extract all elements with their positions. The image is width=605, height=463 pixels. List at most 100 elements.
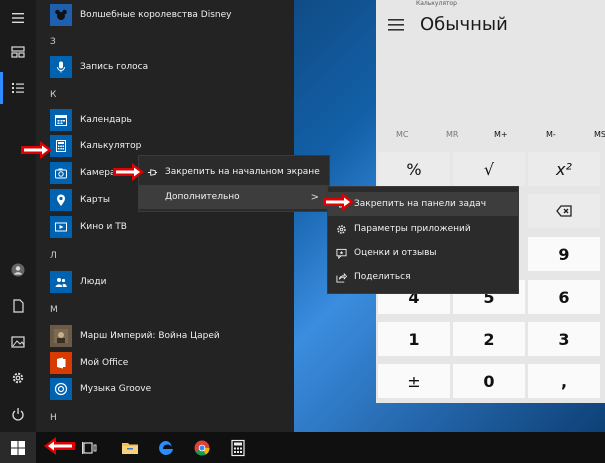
app-march-of-empires[interactable]: Марш Империй: Война Царей xyxy=(50,324,290,348)
app-groove-music[interactable]: Музыка Groove xyxy=(50,377,290,401)
memory-store-button[interactable]: MS xyxy=(594,130,605,139)
memory-clear-button[interactable]: MC xyxy=(396,130,409,139)
chrome-button[interactable] xyxy=(184,432,220,463)
arrow-annotation-icon xyxy=(21,141,52,159)
hamburger-icon xyxy=(12,13,24,23)
calculator-header: Калькулятор Обычный xyxy=(376,0,605,120)
picture-icon xyxy=(11,336,25,348)
menu-item-label: Дополнительно xyxy=(165,192,240,202)
taskbar xyxy=(0,432,605,463)
tiles-icon xyxy=(11,46,25,58)
more-menu-item[interactable]: Дополнительно > xyxy=(139,185,329,209)
user-icon xyxy=(11,263,25,277)
digit-6-key[interactable]: 6 xyxy=(528,280,600,314)
memory-recall-button[interactable]: MR xyxy=(446,130,458,139)
app-label: Музыка Groove xyxy=(80,384,152,394)
sqrt-key[interactable]: √ xyxy=(453,152,525,186)
app-voice-recorder[interactable]: Запись голоса xyxy=(50,55,290,79)
calculator-mode-title: Обычный xyxy=(420,14,508,35)
groove-icon xyxy=(50,378,72,400)
percent-key[interactable]: % xyxy=(378,152,450,186)
gear-icon xyxy=(12,372,24,384)
app-people[interactable]: Люди xyxy=(50,270,290,294)
settings-button[interactable] xyxy=(0,360,36,396)
film-icon xyxy=(50,216,72,238)
gear-icon xyxy=(328,224,354,235)
app-label: Кино и ТВ xyxy=(80,222,127,232)
app-label: Запись голоса xyxy=(80,62,149,72)
menu-item-label: Параметры приложений xyxy=(354,224,471,234)
section-letter[interactable]: З xyxy=(50,37,56,47)
calculator-icon xyxy=(231,439,245,456)
digit-9-key[interactable]: 9 xyxy=(528,237,600,271)
app-label: Календарь xyxy=(80,115,132,125)
app-label: Калькулятор xyxy=(80,141,142,151)
user-account-button[interactable] xyxy=(0,252,36,288)
section-letter[interactable]: М xyxy=(50,305,58,315)
folder-icon xyxy=(122,442,138,454)
start-menu-rail xyxy=(0,0,36,432)
edge-button[interactable] xyxy=(148,432,184,463)
app-settings-menu-item[interactable]: Параметры приложений xyxy=(328,217,518,241)
app-my-office[interactable]: Мой Office xyxy=(50,351,290,375)
app-label: Марш Империй: Война Царей xyxy=(80,331,220,341)
power-icon xyxy=(12,408,24,421)
file-explorer-button[interactable] xyxy=(112,432,148,463)
app-movies-tv[interactable]: Кино и ТВ xyxy=(50,215,290,239)
rate-review-menu-item[interactable]: Оценки и отзывы xyxy=(328,241,518,265)
app-label: Мой Office xyxy=(80,358,129,368)
power-button[interactable] xyxy=(0,396,36,432)
camera-icon xyxy=(50,162,72,184)
digit-3-key[interactable]: 3 xyxy=(528,322,600,356)
task-view-button[interactable] xyxy=(72,432,108,463)
windows-logo-icon xyxy=(11,440,25,455)
digit-2-key[interactable]: 2 xyxy=(453,322,525,356)
digit-1-key[interactable]: 1 xyxy=(378,322,450,356)
calculator-taskbar-button[interactable] xyxy=(220,432,256,463)
backspace-key[interactable] xyxy=(528,194,600,228)
people-icon xyxy=(50,271,72,293)
square-key[interactable]: x² xyxy=(528,152,600,186)
pin-to-start-menu-item[interactable]: Закрепить на начальном экране xyxy=(139,160,329,184)
expand-menu-button[interactable] xyxy=(0,0,36,36)
app-label: Волшебные королевства Disney xyxy=(80,10,232,20)
app-calendar[interactable]: Календарь xyxy=(50,108,290,132)
share-menu-item[interactable]: Поделиться xyxy=(328,265,518,289)
menu-item-label: Закрепить на панели задач xyxy=(354,199,487,209)
documents-button[interactable] xyxy=(0,288,36,324)
star-comment-icon xyxy=(328,248,354,259)
menu-item-label: Поделиться xyxy=(354,272,411,282)
app-disney[interactable]: Волшебные королевства Disney xyxy=(50,3,290,27)
arrow-annotation-icon xyxy=(44,437,75,455)
app-label: Камера xyxy=(80,168,116,178)
menu-item-label: Оценки и отзывы xyxy=(354,248,437,258)
tiles-view-button[interactable] xyxy=(0,34,36,70)
arrow-annotation-icon xyxy=(323,193,354,211)
backspace-icon xyxy=(556,205,572,217)
digit-0-key[interactable]: 0 xyxy=(453,364,525,398)
calculator-window-title: Калькулятор xyxy=(416,0,457,7)
pictures-button[interactable] xyxy=(0,324,36,360)
all-apps-list[interactable]: Волшебные королевства Disney З Запись го… xyxy=(36,0,294,432)
decimal-key[interactable]: , xyxy=(528,364,600,398)
game-thumbnail-icon xyxy=(50,325,72,347)
section-letter[interactable]: К xyxy=(50,90,56,100)
edge-icon xyxy=(159,440,173,455)
app-label: Карты xyxy=(80,195,110,205)
pin-to-taskbar-menu-item[interactable]: Закрепить на панели задач xyxy=(328,192,518,216)
memory-add-button[interactable]: M+ xyxy=(494,130,508,139)
section-letter[interactable]: Н xyxy=(50,413,57,423)
office-icon xyxy=(50,352,72,374)
chrome-icon xyxy=(194,440,210,456)
share-icon xyxy=(328,272,354,283)
task-view-icon xyxy=(82,441,97,454)
section-letter[interactable]: Л xyxy=(50,251,57,261)
start-button[interactable] xyxy=(0,432,36,463)
memory-subtract-button[interactable]: M- xyxy=(546,130,556,139)
microphone-icon xyxy=(50,56,72,78)
hamburger-icon[interactable] xyxy=(388,18,404,32)
menu-item-label: Закрепить на начальном экране xyxy=(165,167,320,177)
plusminus-key[interactable]: ± xyxy=(378,364,450,398)
app-label: Люди xyxy=(80,277,107,287)
all-apps-button[interactable] xyxy=(0,70,36,106)
